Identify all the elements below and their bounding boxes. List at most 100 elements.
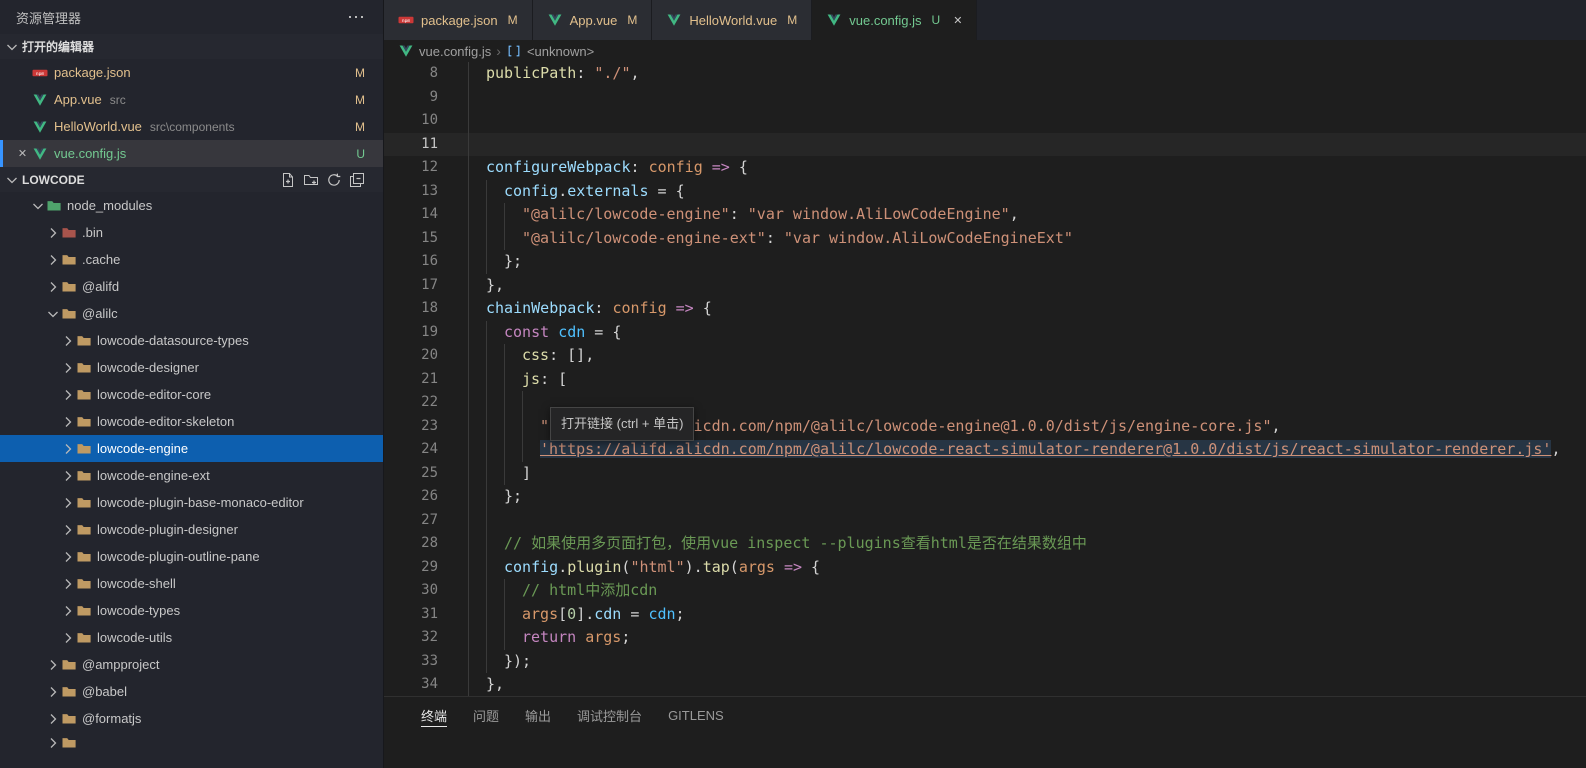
- code-token: .: [558, 557, 568, 576]
- breadcrumb-item[interactable]: vue.config.js: [419, 44, 491, 59]
- open-editor-item[interactable]: App.vue src M: [0, 86, 383, 113]
- new-folder-icon[interactable]: [303, 172, 319, 188]
- tree-item[interactable]: @ampproject: [0, 651, 383, 678]
- tree-item[interactable]: lowcode-plugin-base-monaco-editor: [0, 489, 383, 516]
- code-line[interactable]: 10: [384, 109, 1586, 133]
- code-token: "var window.AliLowCodeEngineExt": [783, 228, 1073, 247]
- tree-item[interactable]: lowcode-shell: [0, 570, 383, 597]
- code-line[interactable]: 12 configureWebpack: config => {: [384, 156, 1586, 180]
- more-actions-icon[interactable]: ⋯: [347, 8, 365, 26]
- code-line[interactable]: 13 config.externals = {: [384, 179, 1586, 203]
- code-line[interactable]: 18 chainWebpack: config => {: [384, 297, 1586, 321]
- breadcrumb-item[interactable]: <unknown>: [527, 44, 594, 59]
- code-line[interactable]: 11: [384, 132, 1586, 156]
- code-line[interactable]: 9: [384, 85, 1586, 109]
- indent-guides: [468, 508, 504, 532]
- panel-tab[interactable]: 终端: [408, 697, 460, 733]
- open-editors-list: npm package.json M App.vue src M HelloWorld.vu…: [0, 59, 383, 167]
- code-line[interactable]: 24 'https://alifd.alicdn.com/npm/@alilc/l…: [384, 438, 1586, 462]
- refresh-icon[interactable]: [326, 172, 342, 188]
- code-token: config: [504, 557, 559, 576]
- tree-item[interactable]: .bin: [0, 219, 383, 246]
- file-path: src: [109, 92, 126, 107]
- code-line[interactable]: 19 const cdn = {: [384, 320, 1586, 344]
- code-line[interactable]: 25]: [384, 461, 1586, 485]
- code-line[interactable]: 8 publicPath: "./",: [384, 62, 1586, 86]
- tree-item[interactable]: @babel: [0, 678, 383, 705]
- code-token: args: [585, 628, 622, 646]
- close-icon[interactable]: ✕: [953, 14, 962, 27]
- tree-item[interactable]: lowcode-plugin-outline-pane: [0, 543, 383, 570]
- breadcrumb-separator-icon: ›: [496, 43, 501, 59]
- open-editor-item[interactable]: HelloWorld.vue src\components M: [0, 113, 383, 140]
- chevron-down-icon: [4, 172, 20, 188]
- code-line[interactable]: 14 "@alilc/lowcode-engine": "var window.A…: [384, 203, 1586, 227]
- vue-icon: [547, 12, 563, 28]
- code-line[interactable]: 34},: [384, 673, 1586, 696]
- line-number: 33: [421, 652, 438, 669]
- tree-item[interactable]: [0, 732, 383, 753]
- tree-item[interactable]: @alilc: [0, 300, 383, 327]
- line-number: 26: [421, 488, 438, 504]
- folder-icon: [76, 333, 92, 349]
- panel-tab[interactable]: 调试控制台: [564, 697, 655, 733]
- chevron-right-icon: [60, 603, 76, 619]
- tree-item[interactable]: lowcode-datasource-types: [0, 327, 383, 354]
- indent-guides: [468, 626, 522, 650]
- tree-item[interactable]: @alifd: [0, 273, 383, 300]
- open-editors-section-header[interactable]: 打开的编辑器: [0, 34, 383, 59]
- tree-item[interactable]: lowcode-engine: [0, 435, 383, 462]
- code-line[interactable]: 28 // 如果使用多页面打包，使用vue inspect --plugins查看…: [384, 532, 1586, 556]
- tree-item[interactable]: lowcode-editor-core: [0, 381, 383, 408]
- code-line[interactable]: 33});: [384, 649, 1586, 673]
- code-line[interactable]: 31 args[0].cdn = cdn;: [384, 602, 1586, 626]
- code-token: config: [612, 299, 667, 317]
- editor-tab[interactable]: npm package.json M: [384, 0, 533, 40]
- code-content: [468, 109, 486, 133]
- tree-item[interactable]: lowcode-editor-skeleton: [0, 408, 383, 435]
- code-editor[interactable]: 8 publicPath: "./", 9 10 11 12 configureWebpac…: [384, 62, 1586, 696]
- tree-item[interactable]: lowcode-designer: [0, 354, 383, 381]
- line-number: 34: [421, 676, 438, 692]
- panel-tab[interactable]: GITLENS: [655, 697, 737, 733]
- tree-item[interactable]: lowcode-utils: [0, 624, 383, 651]
- git-status-badge: M: [355, 119, 365, 134]
- code-line[interactable]: 16};: [384, 250, 1586, 274]
- code-line[interactable]: 29 config.plugin("html").tap(args => {: [384, 555, 1586, 579]
- panel-tab[interactable]: 输出: [512, 697, 564, 733]
- code-line[interactable]: 32 return args;: [384, 626, 1586, 650]
- code-content: "@alilc/lowcode-engine-ext": "var window…: [468, 226, 1073, 250]
- collapse-all-icon[interactable]: [349, 172, 365, 188]
- url-link[interactable]: 'https://alifd.alicdn.com/npm/@alilc/low…: [540, 440, 1552, 458]
- indent-guides: [468, 297, 486, 321]
- tree-item[interactable]: .cache: [0, 246, 383, 273]
- editor-tab[interactable]: vue.config.js U ✕: [812, 0, 978, 40]
- tree-item[interactable]: @formatjs: [0, 705, 383, 732]
- code-line[interactable]: 17},: [384, 273, 1586, 297]
- code-line[interactable]: 30 // html中添加cdn: [384, 579, 1586, 603]
- code-line[interactable]: 20 css: [],: [384, 344, 1586, 368]
- code-line[interactable]: 15 "@alilc/lowcode-engine-ext": "var wind…: [384, 226, 1586, 250]
- code-content: config.plugin("html").tap(args => {: [468, 555, 820, 579]
- tree-item-label: lowcode-editor-core: [97, 387, 212, 402]
- tree-item[interactable]: node_modules: [0, 192, 383, 219]
- code-token: :: [576, 64, 595, 82]
- code-line[interactable]: 21 js: [: [384, 367, 1586, 391]
- tree-item[interactable]: lowcode-plugin-designer: [0, 516, 383, 543]
- new-file-icon[interactable]: [280, 172, 296, 188]
- editor-tab[interactable]: HelloWorld.vue M: [652, 0, 813, 40]
- code-line[interactable]: 27: [384, 508, 1586, 532]
- open-editor-item[interactable]: ✕ vue.config.js U: [0, 140, 383, 167]
- editor-tab[interactable]: App.vue M: [532, 0, 653, 40]
- file-tree: node_modules .bin .cache @alifd @alilc lowcod…: [0, 192, 383, 768]
- line-number: 31: [421, 605, 438, 622]
- code-token: tap: [702, 557, 730, 576]
- project-section-header[interactable]: LOWCODE: [0, 167, 383, 192]
- line-number: 14: [421, 206, 438, 222]
- open-editor-item[interactable]: npm package.json M: [0, 59, 383, 86]
- code-line[interactable]: 26};: [384, 485, 1586, 509]
- panel-tab[interactable]: 问题: [460, 697, 512, 733]
- tree-item[interactable]: lowcode-engine-ext: [0, 462, 383, 489]
- close-icon[interactable]: ✕: [13, 147, 32, 160]
- tree-item[interactable]: lowcode-types: [0, 597, 383, 624]
